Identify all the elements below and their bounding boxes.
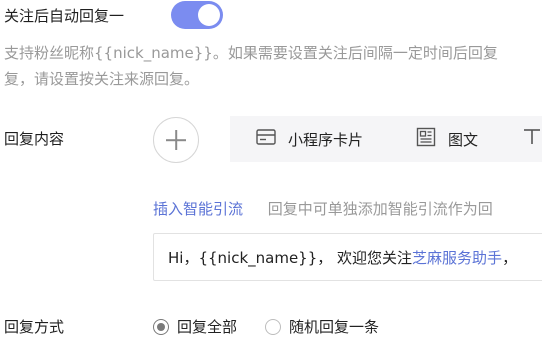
description-line-1: 支持粉丝昵称{{nick_name}}。如果需要设置关注后间隔一定时间后回复 — [4, 44, 498, 62]
reply-account-name: 芝麻服务助手 — [412, 248, 503, 267]
add-content-button[interactable] — [153, 117, 199, 163]
smart-traffic-hint: 回复中可单独添加智能引流作为回 — [267, 200, 493, 218]
random-reply-option[interactable]: 随机回复一条 — [265, 316, 379, 337]
reply-all-option[interactable]: 回复全部 — [153, 316, 237, 337]
auto-reply-settings: 关注后自动回复一 支持粉丝昵称{{nick_name}}。如果需要设置关注后间隔… — [0, 0, 542, 342]
random-reply-label: 随机回复一条 — [289, 318, 380, 336]
toggle-knob — [198, 4, 220, 26]
type-mini-program-card-label: 小程序卡片 — [288, 130, 364, 149]
reply-all-label: 回复全部 — [177, 318, 238, 336]
mini-program-card-icon — [256, 129, 276, 149]
insert-smart-traffic-link[interactable]: 插入智能引流 — [153, 200, 243, 218]
auto-reply-toggle[interactable] — [171, 1, 223, 29]
type-article-label: 图文 — [448, 130, 479, 149]
radio-checked-icon — [153, 318, 169, 335]
radio-unchecked-icon — [265, 318, 281, 335]
auto-reply-title-row: 关注后自动回复一 — [4, 2, 124, 28]
text-icon — [522, 128, 542, 150]
auto-reply-description: 支持粉丝昵称{{nick_name}}。如果需要设置关注后间隔一定时间后回复 复… — [4, 40, 542, 92]
type-mini-program-card[interactable]: 小程序卡片 — [256, 116, 363, 162]
reply-message-input[interactable]: Hi，{{nick_name}}， 欢迎您关注 芝麻服务助手 ， — [153, 233, 542, 281]
description-line-2: 复，请设置按关注来源回复。 — [4, 70, 200, 88]
smart-traffic-row: 插入智能引流 回复中可单独添加智能引流作为回 — [153, 198, 493, 219]
reply-method-label: 回复方式 — [4, 318, 65, 336]
content-type-bar: 小程序卡片 图文 — [230, 116, 542, 162]
reply-content-label: 回复内容 — [4, 130, 65, 148]
article-icon — [416, 127, 436, 151]
reply-message-suffix: ， — [502, 248, 518, 267]
type-article[interactable]: 图文 — [416, 116, 478, 162]
auto-reply-title: 关注后自动回复一 — [4, 6, 125, 25]
type-text[interactable] — [522, 116, 542, 162]
reply-message-prefix: Hi，{{nick_name}}， 欢迎您关注 — [168, 248, 413, 267]
